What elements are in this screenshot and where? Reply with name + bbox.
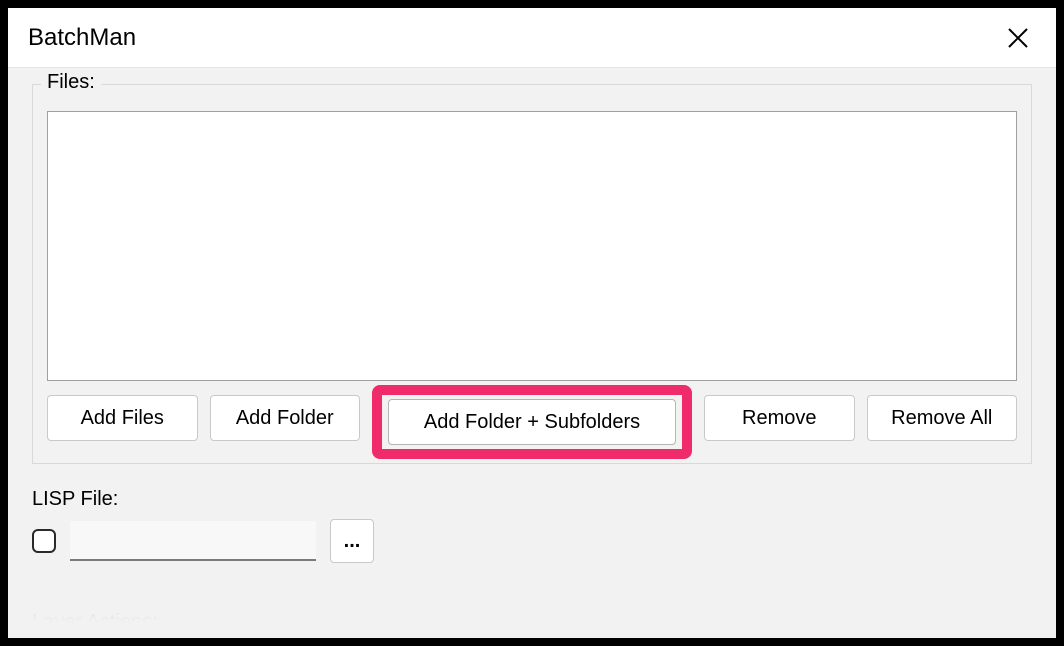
remove-button[interactable]: Remove xyxy=(704,395,855,441)
files-button-row: Add Files Add Folder Add Folder + Subfol… xyxy=(47,395,1017,449)
add-files-button[interactable]: Add Files xyxy=(47,395,198,441)
close-button[interactable] xyxy=(1000,20,1036,56)
lisp-enable-checkbox[interactable] xyxy=(32,529,56,553)
files-legend: Files: xyxy=(41,71,101,94)
lisp-label: LISP File: xyxy=(32,488,1032,511)
highlight-annotation: Add Folder + Subfolders xyxy=(372,385,692,459)
lisp-section: LISP File: ... xyxy=(32,488,1032,563)
remove-all-button[interactable]: Remove All xyxy=(867,395,1018,441)
lisp-row: ... xyxy=(32,519,1032,563)
files-group: Files: Add Files Add Folder Add Folder +… xyxy=(32,84,1032,464)
lisp-browse-button[interactable]: ... xyxy=(330,519,374,563)
lisp-path-input[interactable] xyxy=(70,521,316,561)
window-title: BatchMan xyxy=(28,24,1000,52)
add-folder-button[interactable]: Add Folder xyxy=(210,395,361,441)
close-icon xyxy=(1006,26,1030,50)
files-listbox[interactable] xyxy=(47,111,1017,381)
title-bar: BatchMan xyxy=(8,8,1056,68)
add-folder-subfolders-button[interactable]: Add Folder + Subfolders xyxy=(388,399,676,445)
dialog-body: Files: Add Files Add Folder Add Folder +… xyxy=(8,68,1056,638)
dialog-window: BatchMan Files: Add Files Add Folder Add xyxy=(8,8,1056,638)
layer-actions-legend: Layer Actions: xyxy=(32,611,1032,634)
